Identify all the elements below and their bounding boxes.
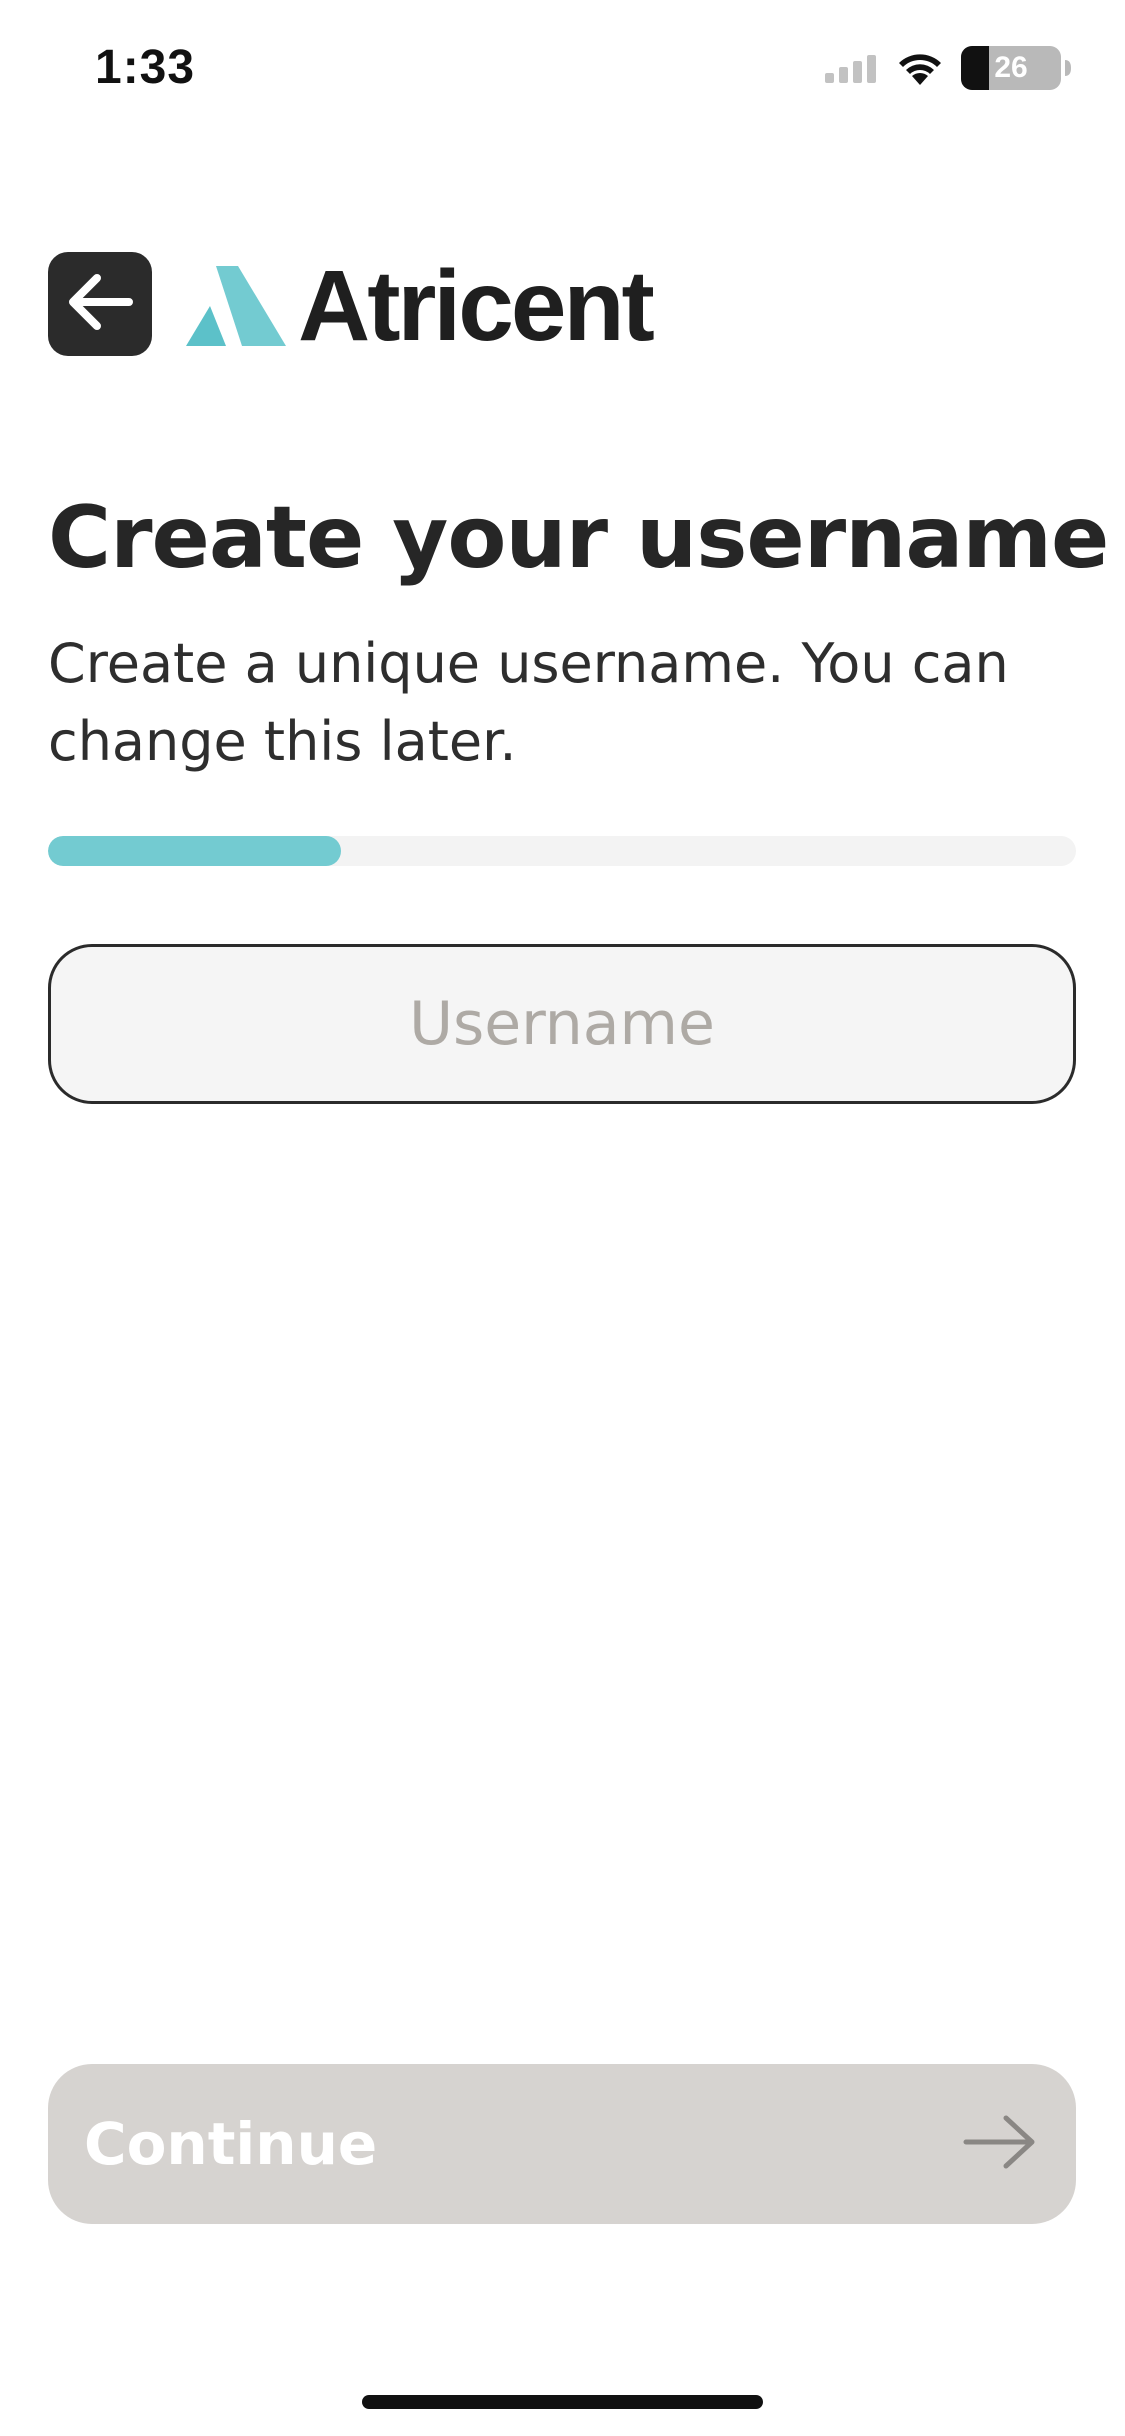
progress-fill (48, 836, 341, 866)
brand-logo: Atricent (186, 250, 655, 362)
progress-bar (48, 836, 1076, 866)
brand-name: Atricent (298, 250, 655, 362)
wifi-icon (895, 49, 945, 87)
page-title: Create your username (48, 488, 1109, 588)
battery-icon: 26 (961, 46, 1073, 90)
status-time: 1:33 (95, 41, 196, 94)
continue-button[interactable]: Continue (48, 2064, 1076, 2224)
status-icons: 26 (825, 46, 1073, 90)
username-input[interactable] (51, 947, 1073, 1101)
battery-level: 26 (994, 51, 1028, 84)
back-button[interactable] (48, 252, 152, 356)
username-field[interactable] (48, 944, 1076, 1104)
atricent-logo-icon (186, 266, 286, 346)
arrow-right-icon (960, 2110, 1040, 2178)
status-bar: 1:33 26 (0, 0, 1125, 140)
page-subtitle: Create a unique username. You can change… (48, 632, 1009, 773)
continue-label: Continue (84, 2110, 378, 2178)
arrow-left-icon (63, 272, 137, 336)
screen: 1:33 26 Atricent Create your username Cr… (0, 0, 1125, 2436)
signal-icon (825, 53, 879, 83)
home-indicator (362, 2395, 763, 2409)
